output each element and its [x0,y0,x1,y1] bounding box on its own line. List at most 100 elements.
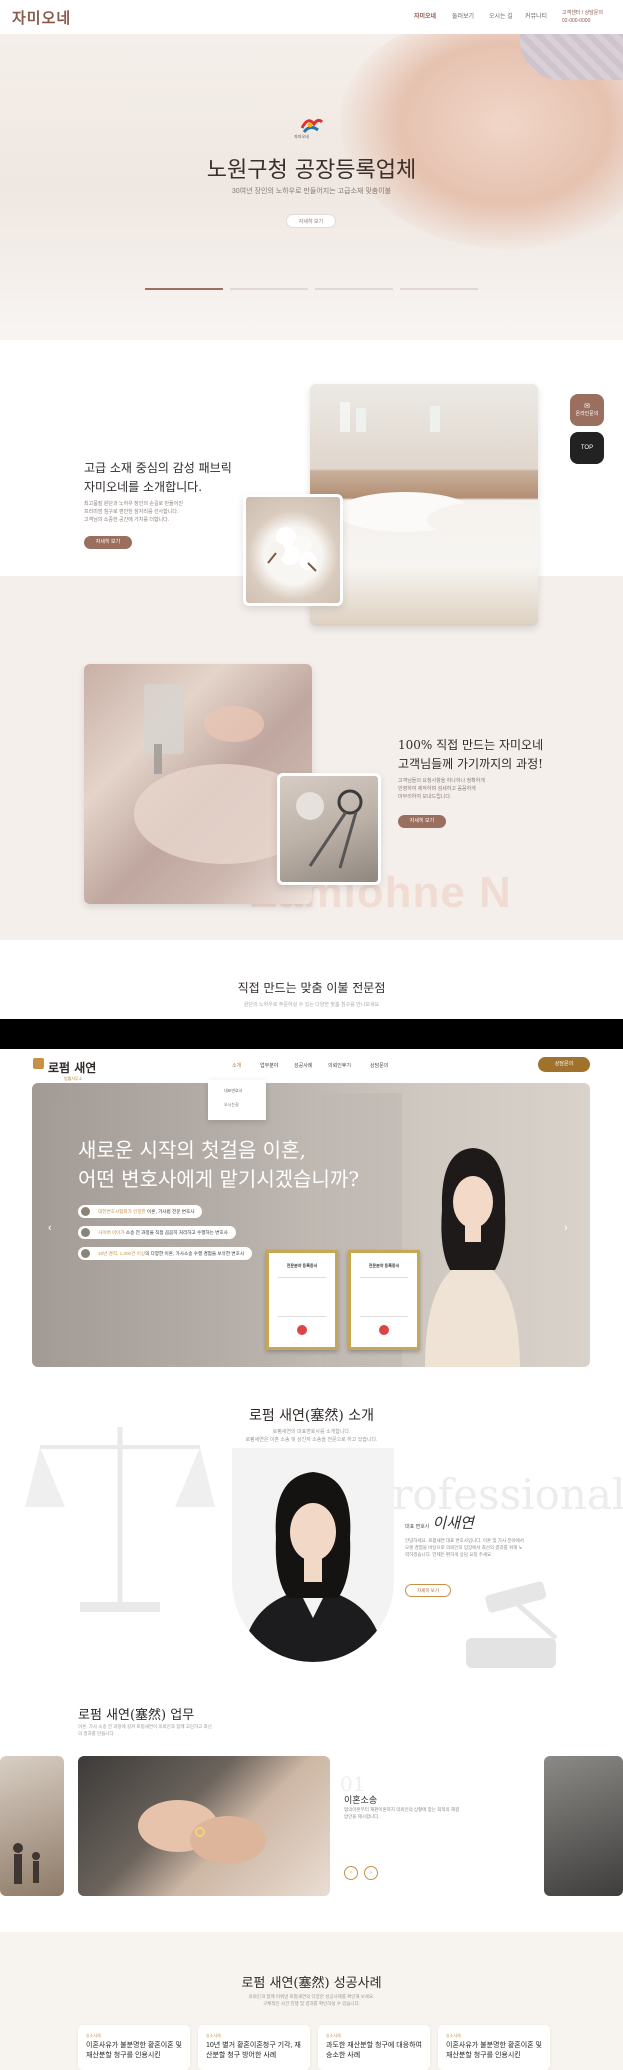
case-title: 10년 별거 황혼이혼청구 기각, 재산분할 청구 방어한 사례 [206,2042,301,2059]
process-heading-line1: 100% 직접 만드는 자미오네 [398,738,544,752]
check-1-emphasis: 대한변호사협회가 인정한 [98,1209,146,1214]
case-card[interactable]: 승소사례 10년 별거 황혼이혼청구 기각, 재산분할 청구 방어한 사례 [198,2025,310,2070]
work-card-divorce-photo[interactable] [78,1756,330,1896]
process-desc-line2: 반영하여 제작하며 섬세하고 꼼꼼하게 [398,786,476,792]
intro-more-button[interactable]: 자세히 보기 [84,536,132,549]
chat-icon: ✉ [584,403,590,410]
hero-subtitle: 30여년 장인의 노하우로 만들어지는 고급소재 맞춤이불 [231,188,392,195]
process-more-button[interactable]: 자세히 보기 [398,815,446,828]
cases-subtitle-line1: 의뢰인과 함께 이뤄낸 로펌새연의 다양한 성공사례를 확인해 보세요. [248,1994,375,1999]
hero-title: 노원구청 공장등록업체 [206,158,417,183]
hero-more-button[interactable]: 자세히 보기 [286,214,336,228]
case-card[interactable]: 승소사례 이혼사유가 불분명한 황혼이혼 및 재산분할 청구를 인용시킨 [78,2025,190,2070]
site-header: 자미오네 자미오네 둘러보기 오시는 길 커뮤니티 고객센터 / 상담문의 02… [0,0,623,34]
nav-item-community[interactable]: 커뮤니티 [525,11,547,20]
cases-title: 로펌 새연(塞然) 성공사례 [241,1976,382,1991]
hero-check-2: 사이버 아이가 소송 전 과정을 직접 꼼꼼히 처리하고 수행하는 변호사 [78,1226,236,1239]
scroll-top-button[interactable]: TOP [570,432,604,464]
phone-contact[interactable]: 고객센터 / 상담문의 02-000-0000 [562,9,603,25]
certificate-2-title: 전문분야 등록증서 [368,1263,400,1268]
certificate-2-body [360,1277,408,1317]
case-title: 과도한 재산분할 청구에 대응하여 승소한 사례 [326,2042,422,2059]
nav-item-browse[interactable]: 둘러보기 [452,11,474,20]
work-card-prev[interactable] [0,1756,64,1896]
process-description: 고객님들의 요청사항을 하나하나 정확하게 반영하여 제작하며 섬세하고 꼼꼼하… [398,777,485,801]
scissors-photo [277,773,381,885]
about-subtitle-line1: 로펌새연의 대표변호사를 소개합니다. [272,1429,351,1435]
dropdown-item-directions[interactable]: 오시는길 [224,1102,266,1108]
intro-dropdown: 대표변호사 오시는길 [208,1080,266,1120]
scale-icon [25,1427,215,1612]
lawfirm-logo[interactable]: 로펌 새연 법률사무소 [48,1059,96,1082]
intro-description: 최고품질 원단과 노하우 장인의 손길로 만들어진 프리미엄 침구로 편안한 잠… [84,500,183,524]
check-icon [81,1228,90,1237]
certificate-1: 전문분야 등록증서 [266,1250,338,1350]
hero-page-3[interactable] [315,288,393,290]
intro-desc-line1: 최고품질 원단과 노하우 장인의 손길로 만들어진 [84,501,183,507]
online-inquiry-button[interactable]: ✉ 온라인문의 [570,394,604,426]
intro-desc-line2: 프리미엄 침구로 편안한 잠자리를 선사합니다. [84,509,179,515]
consult-button[interactable]: 상담문의 [538,1057,590,1072]
work-next-button[interactable]: › [364,1866,378,1880]
section3-subtitle: 원단의 노하우로 주문하실 수 있는 다양한 맞춤 침구를 만나보세요 [243,1002,380,1008]
phone-label: 고객센터 / 상담문의 [562,10,603,16]
check-3-emphasis: 10년 경력, 1,000건 이상 [98,1251,146,1256]
certificate-2: 전문분야 등록증서 [348,1250,420,1350]
section3-title: 직접 만드는 맞춤 이불 전문점 [237,981,386,995]
seal-icon [297,1325,307,1335]
nav-item-cases[interactable]: 성공사례 [294,1062,312,1069]
certificate-1-body [278,1277,326,1317]
seal-icon [379,1325,389,1335]
work-item-title: 이혼소송 [344,1796,378,1806]
hero-next-arrow-icon[interactable]: › [564,1222,568,1234]
lawyer-name: 대표 변호사 이새연 [405,1512,474,1533]
case-title: 이혼사유가 불분명한 황혼이혼 및 재산분할 청구를 인용시킨 [86,2042,182,2059]
hero-prev-arrow-icon[interactable]: ‹ [48,1222,52,1234]
work-prev-button[interactable]: ‹ [344,1866,358,1880]
case-card[interactable]: 승소사례 과도한 재산분할 청구에 대응하여 승소한 사례 [318,2025,430,2070]
case-card[interactable]: 승소사례 이혼사유가 불분명한 황혼이혼 및 재산분할 청구를 인용시킨 [438,2025,550,2070]
hero-page-4[interactable] [400,288,478,290]
hero-check-3: 10년 경력, 1,000건 이상의 다양한 이혼, 가사소송 수행 경험을 보… [78,1247,253,1260]
work-card-next[interactable] [544,1756,623,1896]
divider-bar [0,1019,623,1049]
process-desc-line3: 마무리하여 보내드립니다. [398,794,452,800]
hero-page-2[interactable] [230,288,308,290]
case-title: 이혼사유가 불분명한 황혼이혼 및 재산분할 청구를 인용시킨 [446,2042,542,2059]
process-heading: 100% 직접 만드는 자미오네 고객님들께 가기까지의 과정! [398,736,543,774]
intro-desc-line3: 고객님의 소중한 공간에 가치를 더합니다. [84,517,170,523]
check-1-text: 이혼, 가사법 전문 변호사 [145,1209,195,1214]
lawyer-description: 안녕하세요. 로펌새연 대표 변호사입니다. 이혼 및 가사 분야에서 오랜 경… [405,1538,524,1557]
process-desc-line1: 고객님들의 요청사항을 하나하나 정확하게 [398,778,485,784]
nav-item-about[interactable]: 자미오네 [414,11,436,20]
nav-item-directions[interactable]: 오시는 길 [489,11,513,20]
case-tag: 승소사례 [446,2033,461,2038]
cotton-photo [243,494,343,606]
nav-item-intro[interactable]: 소개 [232,1062,241,1069]
site-logo[interactable]: 자미오네 [12,7,71,28]
work-item-description: 협의이혼부터 재판이혼까지 의뢰인의 상황에 맞는 최적의 해결 방안을 제시합… [344,1807,460,1819]
check-2-text: 소송 전 과정을 직접 꼼꼼히 처리하고 수행하는 변호사 [124,1230,228,1235]
lawfirm-logo-text: 로펌 새연 [48,1061,97,1075]
hero-pagination [145,288,478,290]
dropdown-item-lawyer[interactable]: 대표변호사 [224,1088,266,1094]
gavel-icon [466,1581,558,1668]
nav-item-practice[interactable]: 업무분야 [260,1062,278,1069]
certificate-1-title: 전문분야 등록증서 [286,1263,318,1268]
professional-watermark: Professional [364,1470,623,1519]
nav-item-contact[interactable]: 상담문의 [370,1062,388,1069]
intro-heading: 고급 소재 중심의 감성 패브릭 자미오네를 소개합니다. [84,459,232,497]
check-icon [81,1249,90,1258]
nav-item-reviews[interactable]: 의뢰인후기 [328,1062,351,1069]
case-tag: 승소사례 [206,2033,221,2038]
about-subtitle-line2: 로펌새연은 이혼 소송 및 상간자 소송을 전문으로 하고 있습니다. [245,1437,378,1443]
intro-heading-line1: 고급 소재 중심의 감성 패브릭 [84,461,232,475]
check-icon [81,1207,90,1216]
emblem-label: 자미오네 [294,134,309,139]
case-tag: 승소사례 [86,2033,101,2038]
cases-subtitle-line2: 구체적인 사건 진행 및 결과를 확인하실 수 있습니다. [263,2001,360,2006]
hero-page-1[interactable] [145,288,223,290]
process-heading-line2: 고객님들께 가기까지의 과정! [398,757,543,771]
phone-number: 02-000-0000 [562,18,591,24]
about-more-button[interactable]: 자세히 보기 [405,1584,451,1597]
